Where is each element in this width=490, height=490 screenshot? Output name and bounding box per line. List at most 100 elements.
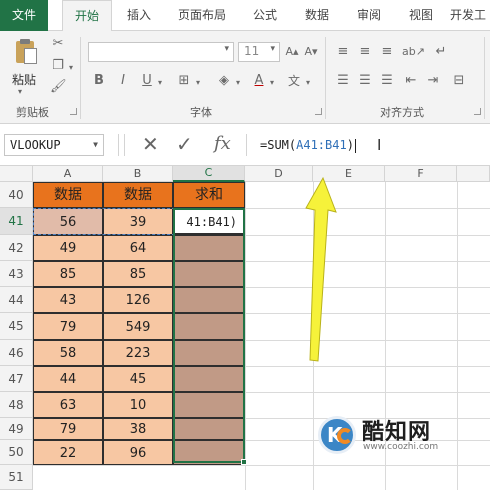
row-header-47[interactable]: 47 bbox=[0, 366, 33, 392]
table-cell[interactable]: 10 bbox=[103, 392, 173, 418]
row-header-50[interactable]: 50 bbox=[0, 440, 33, 465]
cell-edit-text[interactable]: 41:B41) bbox=[174, 209, 244, 234]
formula-input[interactable]: =SUM(A41:B41) bbox=[260, 136, 356, 154]
font-name-box[interactable]: ▾ bbox=[88, 42, 234, 62]
paste-button[interactable]: 粘贴 ▾ bbox=[6, 33, 46, 97]
font-size-box[interactable]: 11 ▾ bbox=[238, 42, 280, 62]
merge-center-icon[interactable]: ⊟ bbox=[450, 73, 468, 89]
table-cell-sum[interactable] bbox=[173, 340, 245, 366]
row-header-44[interactable]: 44 bbox=[0, 287, 33, 313]
chevron-down-icon[interactable]: ▾ bbox=[268, 75, 276, 91]
table-cell[interactable]: 63 bbox=[33, 392, 103, 418]
tab-review[interactable]: 审阅 bbox=[346, 0, 392, 31]
table-cell-sum[interactable] bbox=[173, 366, 245, 392]
table-cell[interactable]: 79 bbox=[33, 313, 103, 340]
insert-function-icon[interactable]: fx bbox=[214, 133, 231, 155]
borders-icon[interactable]: ⊞ bbox=[176, 73, 192, 89]
tab-home[interactable]: 开始 bbox=[62, 0, 112, 32]
align-center-icon[interactable]: ☰ bbox=[356, 73, 374, 89]
row-header-46[interactable]: 46 bbox=[0, 340, 33, 366]
column-header-g[interactable] bbox=[457, 166, 490, 182]
table-cell[interactable]: 85 bbox=[33, 261, 103, 287]
clipboard-launcher-icon[interactable] bbox=[70, 108, 77, 115]
font-color-icon[interactable]: A bbox=[252, 73, 266, 89]
table-cell-sum[interactable] bbox=[173, 287, 245, 313]
column-header-b[interactable]: B bbox=[103, 166, 173, 182]
chevron-down-icon[interactable]: ▾ bbox=[194, 75, 202, 91]
tab-page-layout[interactable]: 页面布局 bbox=[168, 0, 236, 31]
table-cell[interactable]: 38 bbox=[103, 418, 173, 440]
copy-icon[interactable]: ❐ bbox=[50, 58, 66, 74]
table-cell[interactable]: 22 bbox=[33, 440, 103, 465]
table-cell[interactable]: 223 bbox=[103, 340, 173, 366]
column-header-f[interactable]: F bbox=[385, 166, 457, 182]
row-header-41[interactable]: 41 bbox=[0, 208, 33, 235]
row-header-45[interactable]: 45 bbox=[0, 313, 33, 340]
chevron-down-icon[interactable]: ▾ bbox=[304, 75, 312, 91]
fill-handle[interactable] bbox=[241, 459, 247, 465]
wrap-text-icon[interactable]: ↵ bbox=[432, 44, 450, 60]
table-cell-a41[interactable]: 56 bbox=[33, 208, 103, 235]
align-top-icon[interactable]: ≡ bbox=[334, 44, 352, 60]
cut-icon[interactable]: ✂ bbox=[50, 36, 66, 52]
align-left-icon[interactable]: ☰ bbox=[334, 73, 352, 89]
table-cell[interactable]: 549 bbox=[103, 313, 173, 340]
row-header-43[interactable]: 43 bbox=[0, 261, 33, 287]
tab-view[interactable]: 视图 bbox=[398, 0, 444, 31]
table-cell[interactable]: 43 bbox=[33, 287, 103, 313]
table-cell[interactable]: 58 bbox=[33, 340, 103, 366]
table-cell-sum[interactable] bbox=[173, 235, 245, 261]
grow-font-icon[interactable]: A▴ bbox=[284, 44, 300, 60]
select-all-corner[interactable] bbox=[0, 166, 33, 182]
font-launcher-icon[interactable] bbox=[315, 108, 322, 115]
cancel-icon[interactable]: ✕ bbox=[142, 133, 159, 155]
row-header-40[interactable]: 40 bbox=[0, 182, 33, 208]
table-cell[interactable]: 85 bbox=[103, 261, 173, 287]
table-header-cell[interactable]: 数据 bbox=[33, 182, 103, 208]
orientation-icon[interactable]: ab↗ bbox=[402, 44, 425, 60]
chevron-down-icon[interactable]: ▾ bbox=[156, 75, 164, 91]
align-bottom-icon[interactable]: ≡ bbox=[378, 44, 396, 60]
table-cell-sum[interactable] bbox=[173, 440, 245, 465]
table-header-cell[interactable]: 求和 bbox=[173, 182, 245, 208]
tab-insert[interactable]: 插入 bbox=[115, 0, 163, 31]
table-cell-sum[interactable] bbox=[173, 418, 245, 440]
italic-button[interactable]: I bbox=[116, 73, 130, 89]
phonetic-icon[interactable]: 文 bbox=[286, 73, 302, 89]
table-cell-sum[interactable] bbox=[173, 313, 245, 340]
decrease-indent-icon[interactable]: ⇤ bbox=[402, 73, 420, 89]
enter-icon[interactable]: ✓ bbox=[176, 133, 193, 155]
table-cell-sum[interactable] bbox=[173, 392, 245, 418]
row-header-49[interactable]: 49 bbox=[0, 418, 33, 440]
table-cell[interactable]: 96 bbox=[103, 440, 173, 465]
row-header-51[interactable]: 51 bbox=[0, 465, 33, 490]
format-painter-icon[interactable]: 🖌 bbox=[50, 79, 67, 95]
align-middle-icon[interactable]: ≡ bbox=[356, 44, 374, 60]
copy-dropdown-icon[interactable]: ▾ bbox=[67, 60, 75, 76]
row-header-42[interactable]: 42 bbox=[0, 235, 33, 261]
name-box[interactable]: VLOOKUP ▼ bbox=[4, 134, 104, 156]
shrink-font-icon[interactable]: A▾ bbox=[303, 44, 319, 60]
increase-indent-icon[interactable]: ⇥ bbox=[424, 73, 442, 89]
fill-color-icon[interactable]: ◈ bbox=[216, 73, 232, 89]
table-cell-b41[interactable]: 39 bbox=[103, 208, 173, 235]
table-cell[interactable]: 126 bbox=[103, 287, 173, 313]
column-header-c[interactable]: C bbox=[173, 166, 245, 182]
bold-button[interactable]: B bbox=[92, 73, 106, 89]
column-header-a[interactable]: A bbox=[33, 166, 103, 182]
table-cell[interactable]: 49 bbox=[33, 235, 103, 261]
chevron-down-icon[interactable]: ▾ bbox=[234, 75, 242, 91]
row-header-48[interactable]: 48 bbox=[0, 392, 33, 418]
tab-file[interactable]: 文件 bbox=[0, 0, 48, 31]
tab-formulas[interactable]: 公式 bbox=[242, 0, 288, 31]
table-cell[interactable]: 44 bbox=[33, 366, 103, 392]
tab-data[interactable]: 数据 bbox=[294, 0, 340, 31]
underline-button[interactable]: U bbox=[140, 73, 154, 89]
table-cell[interactable]: 79 bbox=[33, 418, 103, 440]
table-cell[interactable]: 45 bbox=[103, 366, 173, 392]
table-cell-sum[interactable] bbox=[173, 261, 245, 287]
tab-developer[interactable]: 开发工 bbox=[450, 0, 490, 31]
table-header-cell[interactable]: 数据 bbox=[103, 182, 173, 208]
table-cell[interactable]: 64 bbox=[103, 235, 173, 261]
align-right-icon[interactable]: ☰ bbox=[378, 73, 396, 89]
